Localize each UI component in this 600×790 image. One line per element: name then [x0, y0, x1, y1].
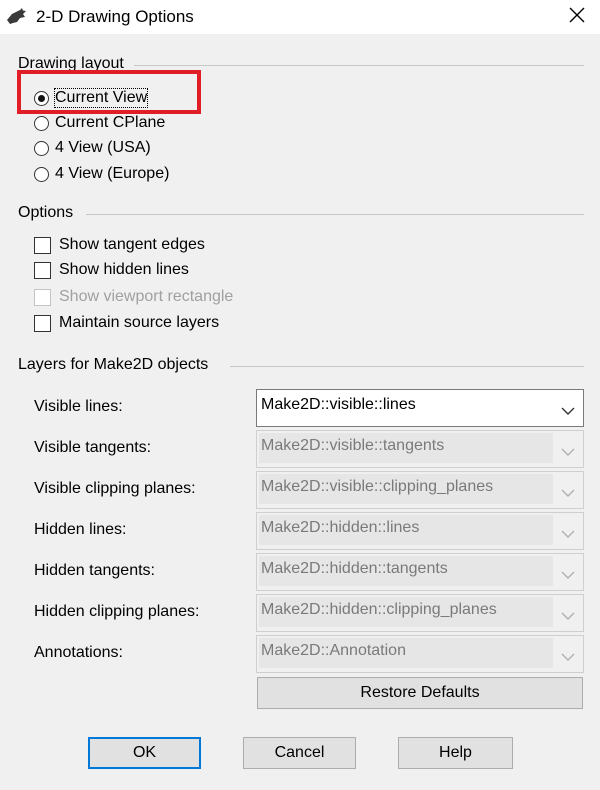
highlight-annotation-box	[17, 70, 201, 114]
ok-button[interactable]: OK	[88, 737, 201, 769]
dropdown-value: Make2D::hidden::clipping_planes	[261, 601, 497, 618]
checkbox-label: Show viewport rectangle	[59, 288, 234, 305]
layer-label-annotations: Annotations:	[34, 644, 123, 661]
chevron-down-icon	[561, 444, 575, 456]
layer-label-visible-tangents: Visible tangents:	[34, 439, 152, 456]
help-button[interactable]: Help	[398, 737, 513, 769]
dropdown-value: Make2D::hidden::lines	[261, 519, 420, 536]
checkbox-show-tangent-edges[interactable]: Show tangent edges	[34, 234, 205, 256]
checkbox[interactable]	[34, 314, 51, 332]
checkbox-show-viewport-rectangle: Show viewport rectangle	[34, 286, 233, 308]
rhino-icon	[6, 8, 28, 26]
checkbox[interactable]	[34, 261, 51, 279]
dropdown-value: Make2D::visible::lines	[261, 396, 416, 413]
chevron-down-icon	[561, 526, 575, 538]
layer-label-hidden-tangents: Hidden tangents:	[34, 562, 155, 579]
checkbox-show-hidden-lines[interactable]: Show hidden lines	[34, 259, 189, 281]
radio-button[interactable]	[34, 115, 49, 131]
title-bar: 2-D Drawing Options	[0, 0, 600, 34]
cancel-button[interactable]: Cancel	[243, 737, 356, 769]
radio-4-view-europe[interactable]: 4 View (Europe)	[34, 163, 169, 185]
chevron-down-icon	[561, 608, 575, 620]
radio-button[interactable]	[34, 166, 49, 182]
visible-clipping-planes-dropdown: Make2D::visible::clipping_planes	[256, 471, 584, 509]
layer-label-visible-lines: Visible lines:	[34, 398, 123, 415]
close-button[interactable]	[554, 0, 600, 34]
chevron-down-icon	[561, 485, 575, 497]
radio-label: 4 View (USA)	[55, 139, 151, 156]
checkbox-label: Show tangent edges	[59, 236, 205, 253]
radio-label: 4 View (Europe)	[55, 165, 170, 182]
dialog-body: Drawing layout Current View Current CPla…	[0, 34, 600, 790]
options-group-label: Options	[18, 204, 74, 221]
chevron-down-icon[interactable]	[561, 403, 575, 415]
checkbox	[34, 288, 51, 306]
hidden-lines-dropdown: Make2D::hidden::lines	[256, 512, 584, 550]
close-icon	[569, 7, 585, 28]
dropdown-value: Make2D::hidden::tangents	[261, 560, 448, 577]
chevron-down-icon	[561, 567, 575, 579]
checkbox-maintain-source-layers[interactable]: Maintain source layers	[34, 312, 219, 334]
hidden-tangents-dropdown: Make2D::hidden::tangents	[256, 553, 584, 591]
chevron-down-icon	[561, 649, 575, 661]
radio-label: Current CPlane	[55, 114, 166, 131]
dropdown-value: Make2D::visible::tangents	[261, 437, 445, 454]
checkbox[interactable]	[34, 236, 51, 254]
group-divider	[230, 366, 584, 367]
group-divider	[134, 65, 584, 66]
checkbox-label: Show hidden lines	[59, 261, 189, 278]
annotations-dropdown: Make2D::Annotation	[256, 635, 584, 673]
radio-current-cplane[interactable]: Current CPlane	[34, 112, 165, 134]
dropdown-value: Make2D::visible::clipping_planes	[261, 478, 494, 495]
layer-label-hidden-lines: Hidden lines:	[34, 521, 127, 538]
checkbox-label: Maintain source layers	[59, 314, 220, 331]
visible-lines-dropdown[interactable]: Make2D::visible::lines	[256, 389, 584, 427]
layer-label-hidden-clipping-planes: Hidden clipping planes:	[34, 603, 200, 620]
group-divider	[86, 214, 584, 215]
radio-4-view-usa[interactable]: 4 View (USA)	[34, 137, 151, 159]
dropdown-value: Make2D::Annotation	[261, 642, 406, 659]
radio-button[interactable]	[34, 140, 49, 156]
layers-group-label: Layers for Make2D objects	[18, 356, 209, 373]
window-title: 2-D Drawing Options	[36, 7, 194, 26]
visible-tangents-dropdown: Make2D::visible::tangents	[256, 430, 584, 468]
hidden-clipping-planes-dropdown: Make2D::hidden::clipping_planes	[256, 594, 584, 632]
restore-defaults-button[interactable]: Restore Defaults	[257, 677, 583, 709]
layer-label-visible-clipping-planes: Visible clipping planes:	[34, 480, 196, 497]
